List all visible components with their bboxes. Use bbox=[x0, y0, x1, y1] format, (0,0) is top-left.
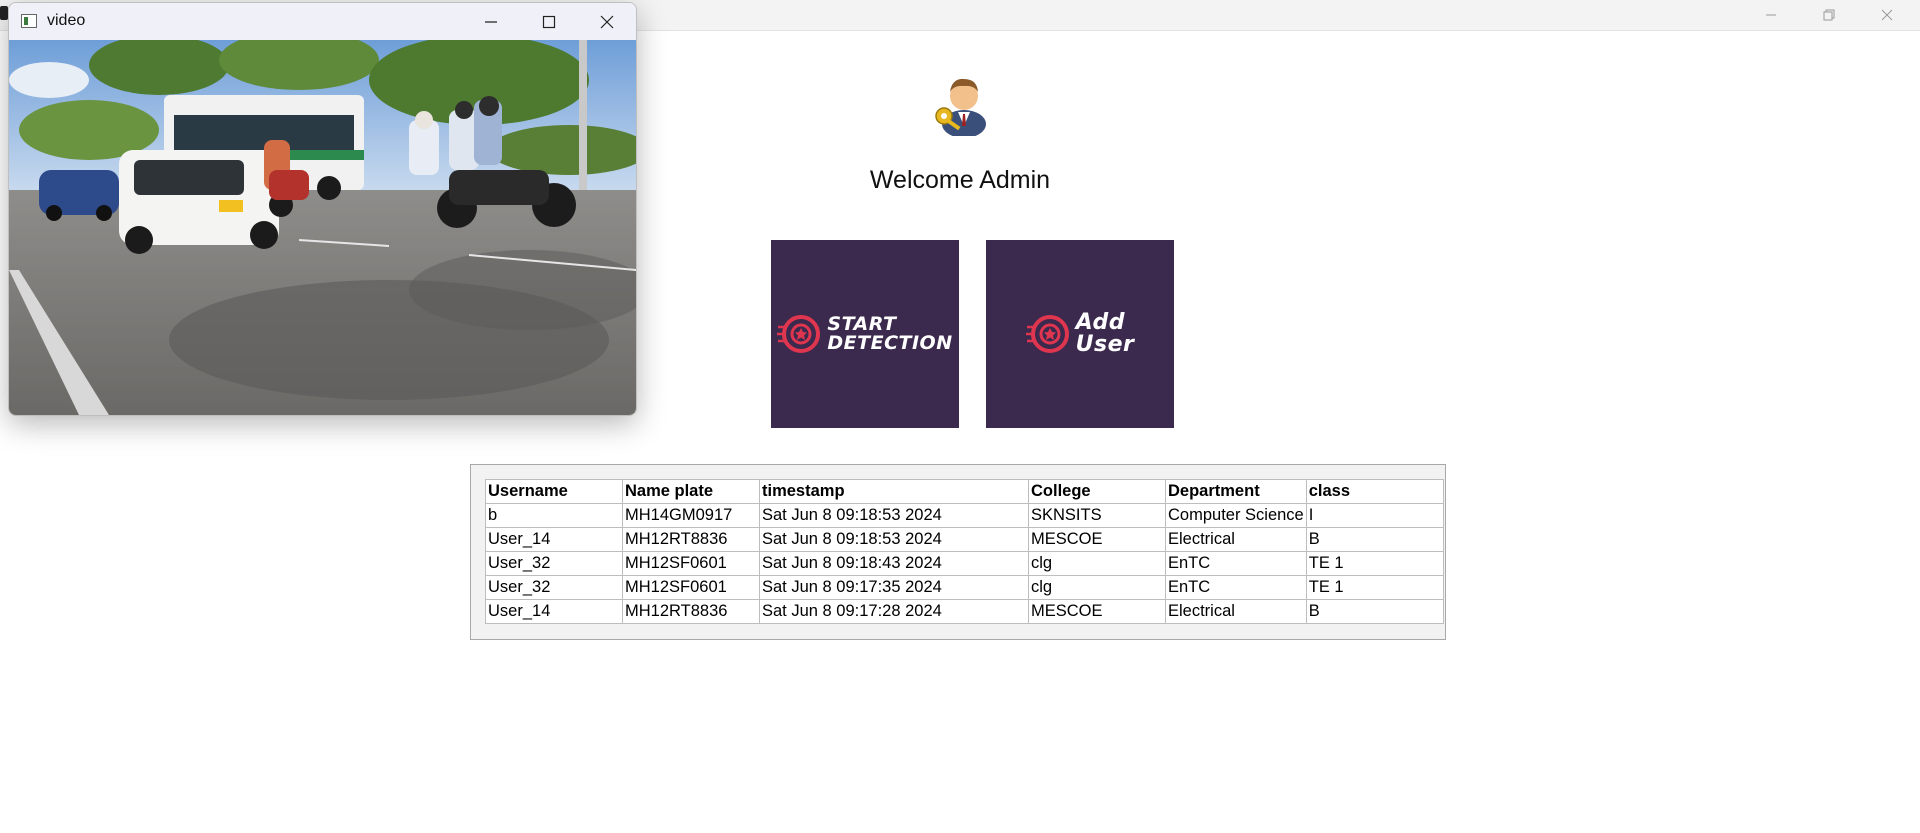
cell-name-plate: MH12SF0601 bbox=[622, 575, 760, 600]
wheel-icon bbox=[1025, 315, 1069, 353]
cell-college: clg bbox=[1028, 575, 1166, 600]
cell-class: TE 1 bbox=[1305, 551, 1444, 576]
close-icon bbox=[1881, 9, 1893, 21]
cell-username: User_14 bbox=[485, 599, 623, 624]
cell-name-plate: MH12RT8836 bbox=[622, 599, 760, 624]
video-close-button[interactable] bbox=[578, 3, 636, 40]
cell-class: I bbox=[1305, 503, 1444, 528]
video-window-icon bbox=[21, 14, 37, 28]
cell-timestamp: Sat Jun 8 09:17:28 2024 bbox=[759, 599, 1029, 624]
start-detection-button[interactable]: START DETECTION bbox=[771, 240, 959, 428]
maximize-icon bbox=[542, 15, 556, 28]
table-row[interactable]: User_14 MH12RT8836 Sat Jun 8 09:18:53 20… bbox=[485, 527, 1444, 552]
cell-college: SKNSITS bbox=[1028, 503, 1166, 528]
close-icon bbox=[600, 15, 614, 28]
cell-department: EnTC bbox=[1165, 575, 1307, 600]
table-row[interactable]: User_32 MH12SF0601 Sat Jun 8 09:18:43 20… bbox=[485, 551, 1444, 576]
cell-department: Electrical bbox=[1165, 527, 1307, 552]
restore-icon bbox=[1823, 9, 1835, 21]
cell-timestamp: Sat Jun 8 09:18:53 2024 bbox=[759, 527, 1029, 552]
minimize-icon bbox=[1766, 14, 1776, 16]
cell-username: User_14 bbox=[485, 527, 623, 552]
column-header-class[interactable]: class bbox=[1305, 479, 1444, 504]
cell-name-plate: MH12SF0601 bbox=[622, 551, 760, 576]
records-table: Username Name plate timestamp College De… bbox=[485, 479, 1444, 624]
add-user-line2: User bbox=[1075, 332, 1135, 357]
cell-college: MESCOE bbox=[1028, 527, 1166, 552]
video-maximize-button[interactable] bbox=[520, 3, 578, 40]
cell-class: B bbox=[1305, 599, 1444, 624]
cell-department: EnTC bbox=[1165, 551, 1307, 576]
video-frame bbox=[9, 40, 636, 415]
cell-username: User_32 bbox=[485, 551, 623, 576]
cell-class: TE 1 bbox=[1305, 575, 1444, 600]
add-user-line1: Add bbox=[1075, 310, 1125, 335]
table-row[interactable]: User_14 MH12RT8836 Sat Jun 8 09:17:28 20… bbox=[485, 599, 1444, 624]
column-header-name-plate[interactable]: Name plate bbox=[622, 479, 760, 504]
video-titlebar[interactable]: video bbox=[9, 3, 636, 40]
cell-name-plate: MH12RT8836 bbox=[622, 527, 760, 552]
cell-timestamp: Sat Jun 8 09:18:43 2024 bbox=[759, 551, 1029, 576]
video-window-title: video bbox=[47, 12, 86, 29]
cell-college: MESCOE bbox=[1028, 599, 1166, 624]
start-detection-line2: DETECTION bbox=[827, 332, 953, 354]
welcome-heading: Welcome Admin bbox=[869, 166, 1051, 194]
column-header-timestamp[interactable]: timestamp bbox=[759, 479, 1029, 504]
records-table-frame: Username Name plate timestamp College De… bbox=[470, 464, 1446, 640]
close-button[interactable] bbox=[1858, 0, 1916, 30]
add-user-label: Add User bbox=[1076, 312, 1135, 356]
column-header-department[interactable]: Department bbox=[1165, 479, 1307, 504]
table-row[interactable]: User_32 MH12SF0601 Sat Jun 8 09:17:35 20… bbox=[485, 575, 1444, 600]
restore-button[interactable] bbox=[1800, 0, 1858, 30]
table-header-row: Username Name plate timestamp College De… bbox=[485, 479, 1444, 504]
cell-department: Computer Science bbox=[1165, 503, 1307, 528]
video-minimize-button[interactable] bbox=[462, 3, 520, 40]
add-user-button[interactable]: Add User bbox=[986, 240, 1174, 428]
cell-department: Electrical bbox=[1165, 599, 1307, 624]
column-header-username[interactable]: Username bbox=[485, 479, 623, 504]
column-header-college[interactable]: College bbox=[1028, 479, 1166, 504]
cell-name-plate: MH14GM0917 bbox=[622, 503, 760, 528]
wheel-icon bbox=[777, 315, 821, 353]
cell-college: clg bbox=[1028, 551, 1166, 576]
admin-avatar-icon bbox=[930, 66, 994, 138]
cell-timestamp: Sat Jun 8 09:17:35 2024 bbox=[759, 575, 1029, 600]
table-row[interactable]: b MH14GM0917 Sat Jun 8 09:18:53 2024 SKN… bbox=[485, 503, 1444, 528]
start-detection-label: START DETECTION bbox=[827, 315, 952, 353]
cell-timestamp: Sat Jun 8 09:18:53 2024 bbox=[759, 503, 1029, 528]
video-window[interactable]: video bbox=[8, 2, 637, 416]
cell-username: User_32 bbox=[485, 575, 623, 600]
app-icon bbox=[0, 6, 8, 20]
cell-username: b bbox=[485, 503, 623, 528]
minimize-button[interactable] bbox=[1742, 0, 1800, 30]
minimize-icon bbox=[485, 20, 497, 23]
cell-class: B bbox=[1305, 527, 1444, 552]
